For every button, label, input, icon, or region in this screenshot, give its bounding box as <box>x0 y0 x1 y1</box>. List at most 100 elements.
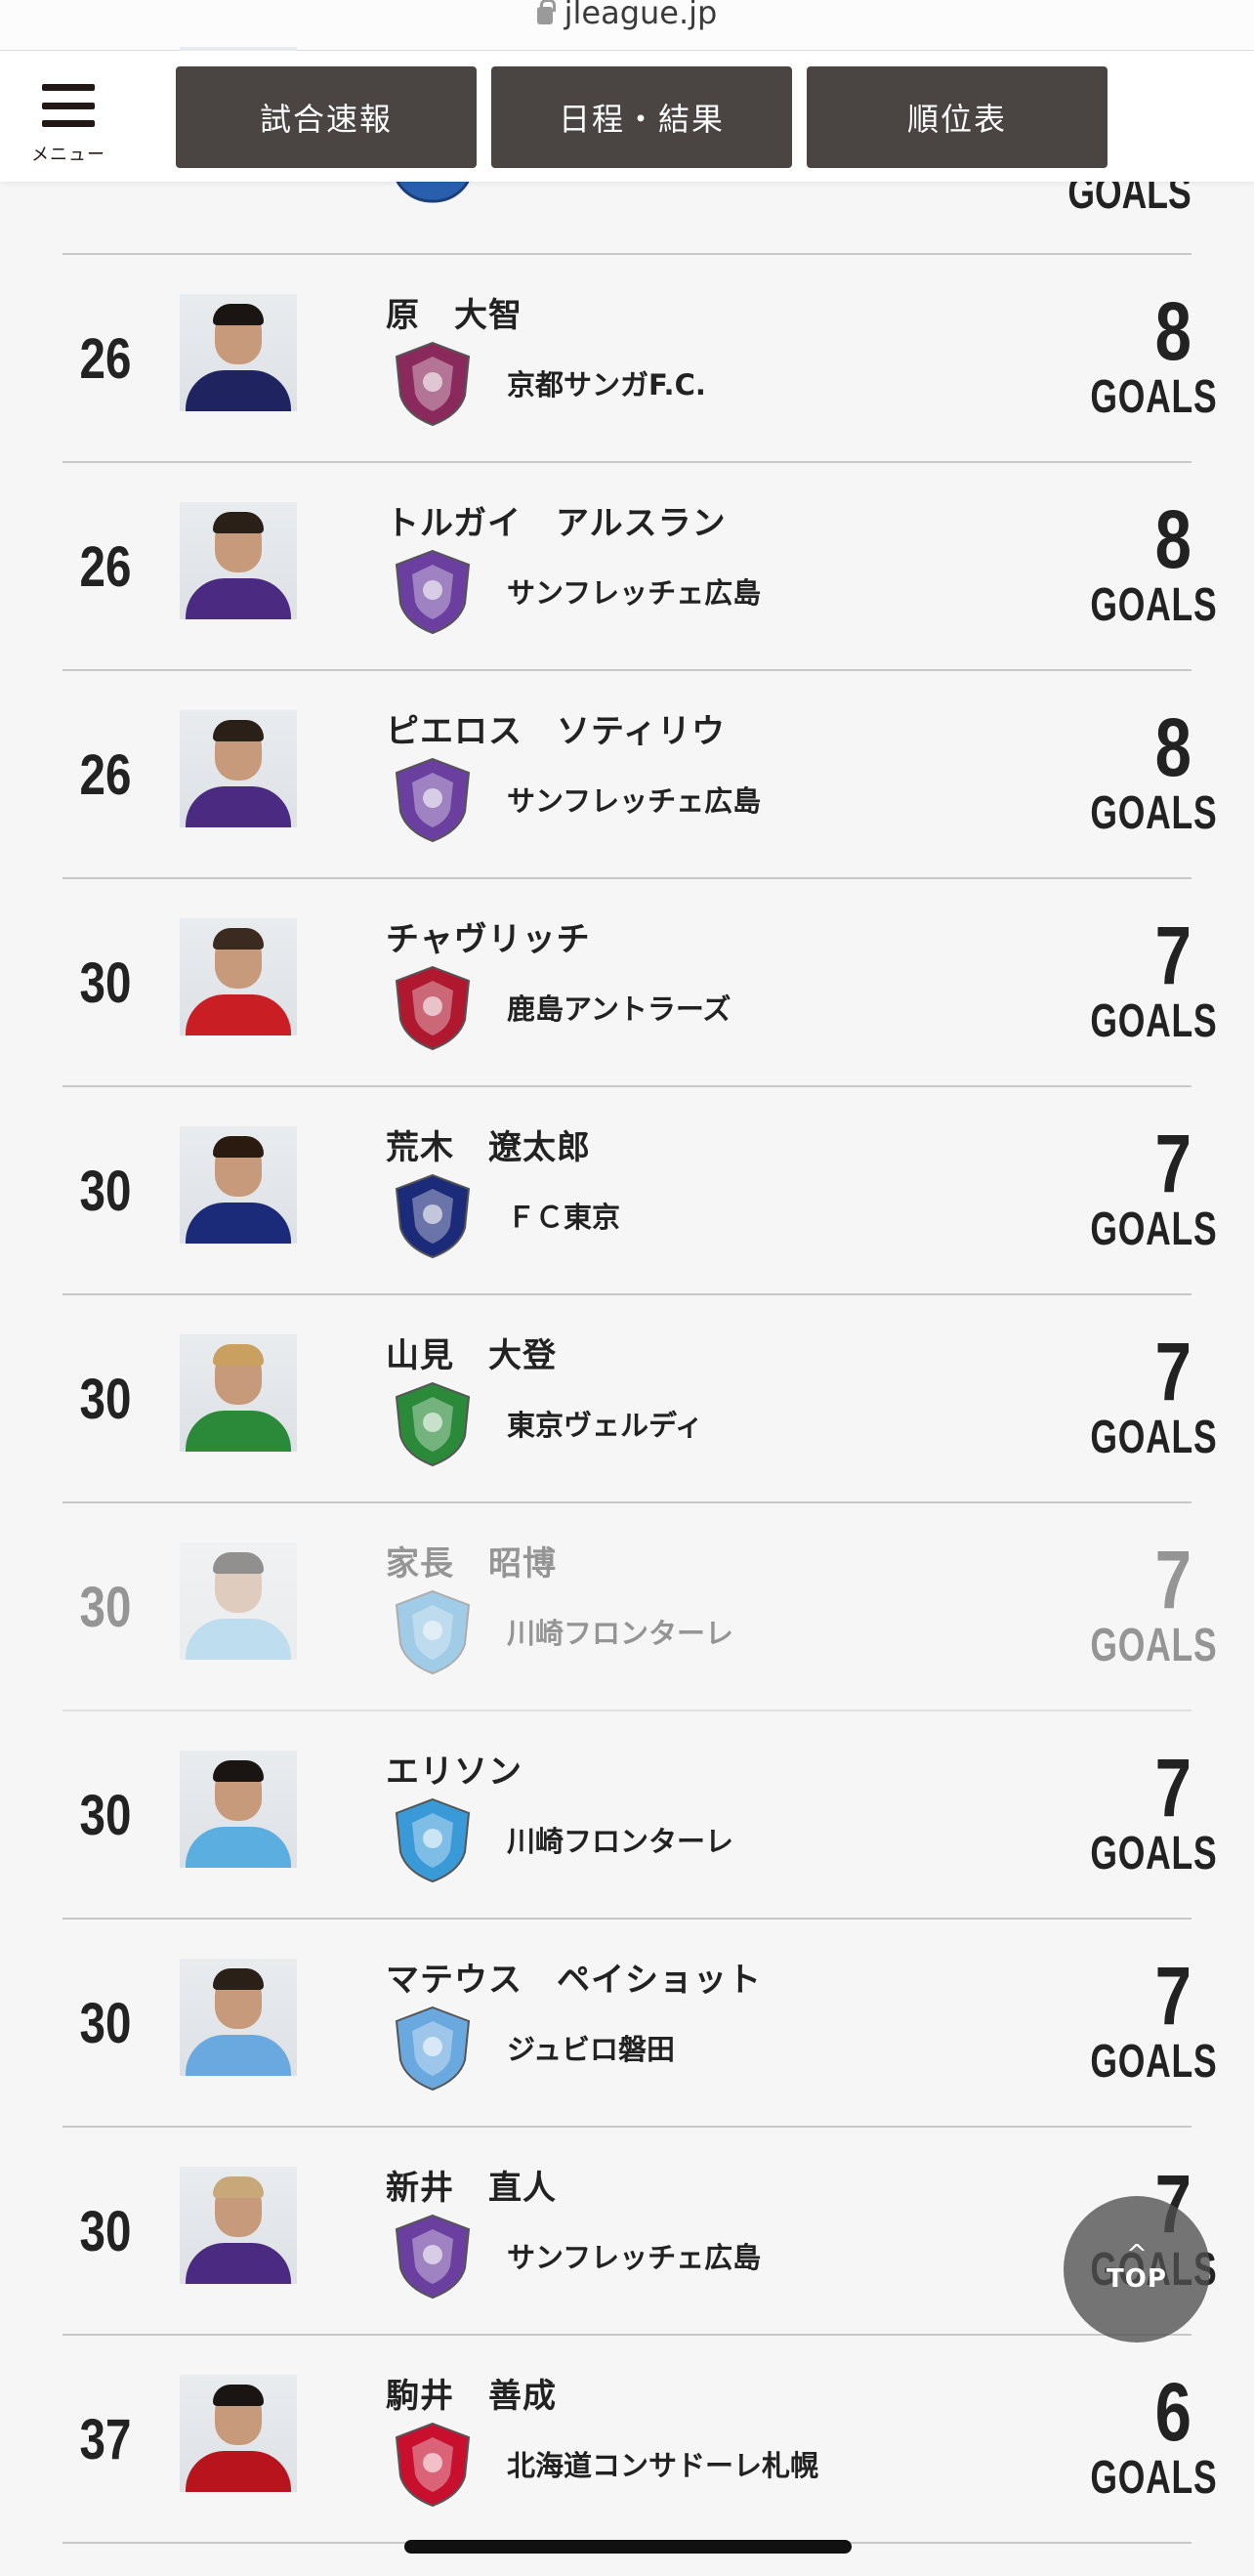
goals-number: 7 <box>1154 1742 1191 1834</box>
goals-unit: GOALS <box>1090 995 1218 1047</box>
chevron-up-icon: ^ <box>1126 2240 1148 2269</box>
goals-number: 8 <box>1154 701 1191 793</box>
goals-count: 6 GOALS <box>1055 2371 1218 2504</box>
scroll-to-top-button[interactable]: ^ TOP <box>1064 2196 1210 2343</box>
goals-count: 8 GOALS <box>1055 701 1218 839</box>
player-photo <box>180 1751 297 1868</box>
table-row[interactable]: 30 マテウス ペイショット ジュビロ磐田 7 GOALS <box>63 1920 1218 2128</box>
goals-number: 7 <box>1154 1534 1191 1626</box>
player-name[interactable]: 家長 昭博 <box>386 1537 557 1584</box>
top-button-label: TOP <box>1107 2264 1167 2294</box>
rank: 30 <box>79 1368 132 1431</box>
goals-number: 7 <box>1154 1118 1191 1209</box>
table-row[interactable]: 30 家長 昭博川崎フロンターレ 7 GOALS <box>63 1503 1218 1711</box>
player-photo <box>180 1126 297 1244</box>
team-name[interactable]: 北海道コンサドーレ札幌 <box>507 2443 818 2484</box>
team-name[interactable]: ジュビロ磐田 <box>507 2027 675 2068</box>
table-row[interactable]: 26 ピエロス ソティリウサンフレッチェ広島 8 GOALS <box>63 671 1218 879</box>
goals-number: 8 <box>1154 285 1191 377</box>
goals-count: 7GOALS <box>1055 909 1218 1047</box>
player-photo <box>180 1334 297 1452</box>
goals-count: 8 GOALS <box>1055 493 1218 631</box>
player-photo <box>180 1959 297 2076</box>
rank: 26 <box>79 535 132 599</box>
team-name[interactable]: 川崎フロンターレ <box>507 1819 733 1860</box>
goals-number: 7 <box>1154 1326 1191 1417</box>
table-row[interactable]: 26 トルガイ アルスランサンフレッチェ広島 8 GOALS <box>63 463 1218 671</box>
club-emblem-icon <box>395 1797 471 1883</box>
player-photo <box>180 2167 297 2284</box>
goals-unit: GOALS <box>1090 2452 1218 2504</box>
table-row[interactable]: 37 駒井 善成北海道コンサドーレ札幌 6 GOALS <box>63 2336 1218 2544</box>
player-name[interactable]: エリソン <box>386 1745 522 1793</box>
team-name[interactable]: ＦＣ東京 <box>507 1195 620 1236</box>
goals-unit: GOALS <box>1090 1828 1218 1879</box>
player-name[interactable]: 新井 直人 <box>386 2161 557 2209</box>
club-emblem-icon <box>395 1381 471 1467</box>
team-name[interactable]: 京都サンガF.C. <box>507 362 706 403</box>
goals-number: 7 <box>1154 909 1191 1001</box>
player-name[interactable]: トルガイ アルスラン <box>386 496 727 544</box>
scorer-ranking-list: GOALS 26 原 大智 京都サンガF.C. 8 GOALS 26 トルガイ アルスランサ… <box>0 0 1254 2576</box>
club-emblem-icon <box>395 965 471 1051</box>
rank: 30 <box>79 951 132 1015</box>
club-emblem-icon <box>395 341 471 427</box>
player-photo <box>180 2375 297 2492</box>
player-photo <box>180 1542 297 1660</box>
goals-count: 8 GOALS <box>1055 285 1218 423</box>
club-emblem-icon <box>395 1589 471 1675</box>
goals-unit: GOALS <box>1090 1204 1218 1255</box>
player-name[interactable]: チャヴリッチ <box>386 912 591 960</box>
goals-count: 7GOALS <box>1055 1534 1218 1671</box>
club-emblem-icon <box>395 1173 471 1259</box>
goals-unit: GOALS <box>1090 371 1218 423</box>
rank: 26 <box>79 327 132 391</box>
rank: 30 <box>79 2200 132 2263</box>
goals-count: 7GOALS <box>1055 1118 1218 1255</box>
club-emblem-icon <box>395 549 471 635</box>
player-name[interactable]: 山見 大登 <box>386 1329 557 1376</box>
table-row[interactable]: 26 原 大智京都サンガF.C. 8 GOALS <box>63 255 1218 463</box>
player-photo <box>180 502 297 619</box>
home-indicator <box>404 2540 852 2554</box>
team-name[interactable]: サンフレッチェ広島 <box>507 2235 761 2276</box>
goals-unit: GOALS <box>1090 2036 1218 2088</box>
goals-unit: GOALS <box>1090 579 1218 631</box>
player-name[interactable]: 駒井 善成 <box>386 2369 557 2417</box>
site-header: メニュー 試合速報 日程・結果 順位表 <box>0 51 1254 182</box>
rank: 30 <box>79 1160 132 1223</box>
player-name[interactable]: マテウス ペイショット <box>386 1953 762 2001</box>
table-row[interactable]: 30 チャヴリッチ鹿島アントラーズ 7 GOALS <box>63 879 1218 1087</box>
nav-live-scores-button[interactable]: 試合速報 <box>176 66 477 168</box>
player-name[interactable]: 原 大智 <box>386 288 522 336</box>
goals-unit: GOALS <box>1090 787 1218 839</box>
rank: 26 <box>79 743 132 807</box>
club-emblem-icon <box>395 757 471 843</box>
nav-standings-button[interactable]: 順位表 <box>807 66 1108 168</box>
hamburger-icon <box>42 84 95 127</box>
goals-count: 7GOALS <box>1055 1955 1218 2088</box>
table-row[interactable]: 30 山見 大登 東京ヴェルディ 7 GOALS <box>63 1295 1217 1503</box>
club-emblem-icon <box>395 2006 471 2091</box>
team-name[interactable]: 鹿島アントラーズ <box>507 987 731 1028</box>
team-name[interactable]: サンフレッチェ広島 <box>507 779 761 820</box>
player-photo <box>180 710 297 827</box>
rank: 30 <box>79 1576 132 1639</box>
rank: 37 <box>79 2408 132 2471</box>
nav-schedule-results-button[interactable]: 日程・結果 <box>491 66 792 168</box>
goals-unit: GOALS <box>1090 1620 1218 1671</box>
player-name[interactable]: 荒木 遼太郎 <box>386 1120 591 1168</box>
goals-number: 8 <box>1154 493 1191 585</box>
menu-button[interactable]: メニュー <box>29 78 107 166</box>
team-name[interactable]: 東京ヴェルディ <box>507 1403 703 1444</box>
player-name[interactable]: ピエロス ソティリウ <box>386 704 726 752</box>
table-row[interactable]: 30 荒木 遼太郎 ＦＣ東京 7 GOALS <box>63 1087 1218 1295</box>
player-photo <box>180 918 297 1035</box>
table-row[interactable]: 30新井 直人サンフレッチェ広島7GOALS <box>63 2128 1217 2336</box>
table-row[interactable]: 30 エリソン 川崎フロンターレ 7 GOALS <box>63 1711 1218 1920</box>
player-photo <box>180 294 297 411</box>
menu-label: メニュー <box>31 145 105 165</box>
club-emblem-icon <box>395 2214 471 2300</box>
team-name[interactable]: 川崎フロンターレ <box>507 1611 733 1652</box>
team-name[interactable]: サンフレッチェ広島 <box>507 570 761 612</box>
